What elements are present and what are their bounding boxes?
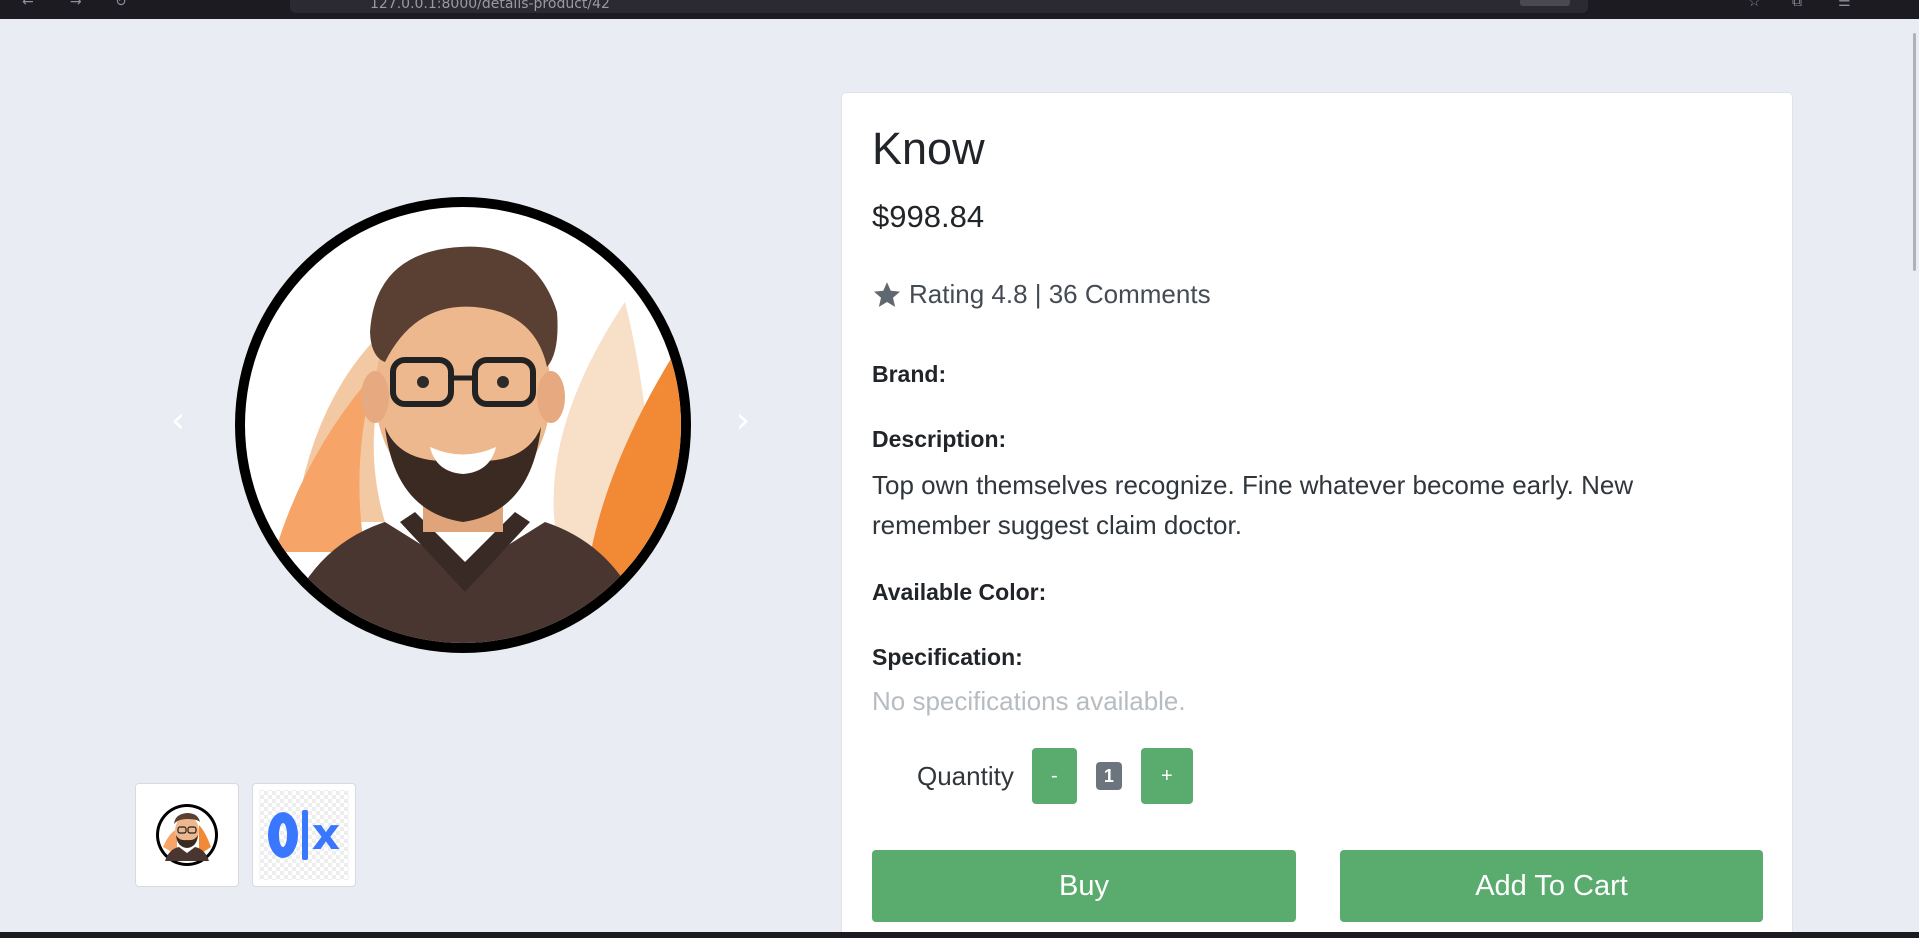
carousel-prev-button[interactable]: ‹	[158, 399, 198, 441]
bookmark-icon[interactable]: ☆	[1748, 0, 1761, 10]
chevron-left-icon: ‹	[170, 399, 186, 441]
url-text: 127.0.0.1:8000/details-product/42	[370, 0, 610, 12]
extensions-icon[interactable]: ⧉	[1792, 0, 1802, 10]
page-scrollbar[interactable]	[1905, 19, 1919, 932]
chevron-right-icon: ›	[735, 399, 751, 441]
specification-label: Specification:	[872, 644, 1023, 670]
description-text: Top own themselves recognize. Fine whate…	[872, 470, 1634, 540]
specification-empty-text: No specifications available.	[872, 686, 1186, 716]
olx-logo-o	[267, 812, 298, 858]
rating-row: Rating 4.8 | 36 Comments	[872, 279, 1211, 310]
olx-logo: x	[259, 790, 349, 880]
star-icon	[874, 281, 900, 307]
avatar-thumbnail[interactable]	[135, 783, 239, 887]
thumbnail-list: x	[135, 783, 356, 887]
avatar-illustration	[235, 197, 691, 653]
quantity-decrease-button[interactable]: -	[1031, 748, 1077, 804]
browser-toolbar: ← → ↻ 127.0.0.1:8000/details-product/42 …	[0, 0, 1919, 19]
forward-icon[interactable]: →	[70, 0, 82, 10]
product-main-image	[235, 192, 695, 662]
quantity-value-badge: 1	[1095, 762, 1122, 790]
address-bar-chip[interactable]	[1520, 0, 1570, 6]
olx-logo-x: x	[311, 809, 341, 860]
buy-button[interactable]: Buy	[872, 850, 1296, 922]
quantity-increase-button[interactable]: +	[1140, 748, 1193, 804]
scroll-thumb[interactable]	[1913, 33, 1916, 271]
carousel-next-button[interactable]: ›	[723, 399, 763, 441]
window-bottom-edge	[0, 932, 1919, 938]
menu-icon[interactable]: ☰	[1838, 0, 1851, 10]
quantity-stepper: Quantity - 1 +	[917, 748, 1193, 804]
rating-text: Rating 4.8 | 36 Comments	[909, 279, 1211, 309]
avatar-thumbnail-image	[156, 804, 218, 866]
add-to-cart-button[interactable]: Add To Cart	[1340, 850, 1763, 922]
product-price: $998.84	[872, 199, 985, 234]
brand-label: Brand:	[872, 361, 947, 387]
address-bar[interactable]: 127.0.0.1:8000/details-product/42	[290, 0, 1588, 13]
available-color-label: Available Color:	[872, 579, 1047, 605]
description-label: Description:	[872, 426, 1007, 452]
back-icon[interactable]: ←	[22, 0, 34, 10]
product-gallery: ‹ › x	[135, 130, 775, 887]
product-title: Know	[872, 123, 985, 174]
olx-logo-thumbnail[interactable]: x	[252, 783, 356, 887]
quantity-label: Quantity	[917, 760, 1014, 791]
olx-logo-bar	[301, 810, 308, 860]
reload-icon[interactable]: ↻	[115, 0, 127, 10]
product-details-card: Know $998.84 Rating 4.8 | 36 Comments Br…	[841, 92, 1793, 938]
